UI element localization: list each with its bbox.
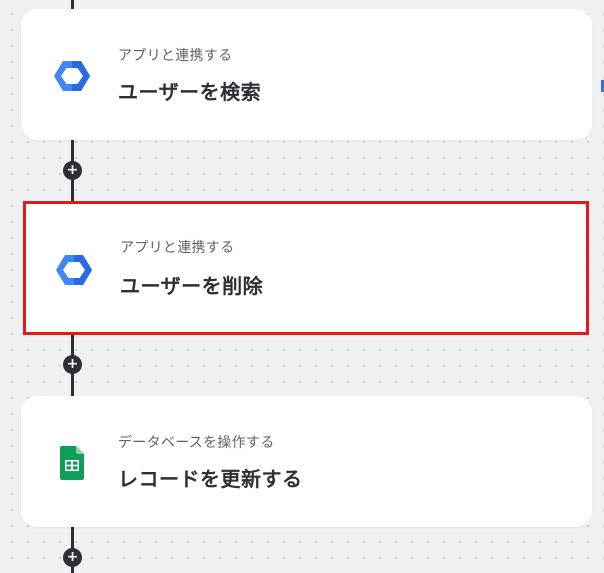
google-workspace-hexagon-icon — [54, 61, 90, 91]
step-title: ユーザーを検索 — [118, 80, 262, 104]
flow-step-card[interactable]: アプリと連携する ユーザーを検索 — [21, 9, 592, 140]
step-title: ユーザーを削除 — [120, 274, 264, 298]
step-subtitle: データベースを操作する — [118, 435, 275, 451]
add-step-button[interactable]: + — [63, 161, 82, 180]
add-step-button[interactable]: + — [63, 355, 82, 374]
flow-step-card-selected[interactable]: アプリと連携する ユーザーを削除 — [23, 201, 589, 335]
flow-step-card[interactable]: データベースを操作する レコードを更新する — [21, 396, 592, 527]
google-sheets-icon — [60, 446, 84, 480]
step-title: レコードを更新する — [118, 467, 303, 491]
google-workspace-hexagon-icon — [56, 255, 92, 285]
step-subtitle: アプリと連携する — [120, 240, 235, 256]
step-subtitle: アプリと連携する — [118, 48, 233, 64]
add-step-button[interactable]: + — [63, 548, 82, 567]
